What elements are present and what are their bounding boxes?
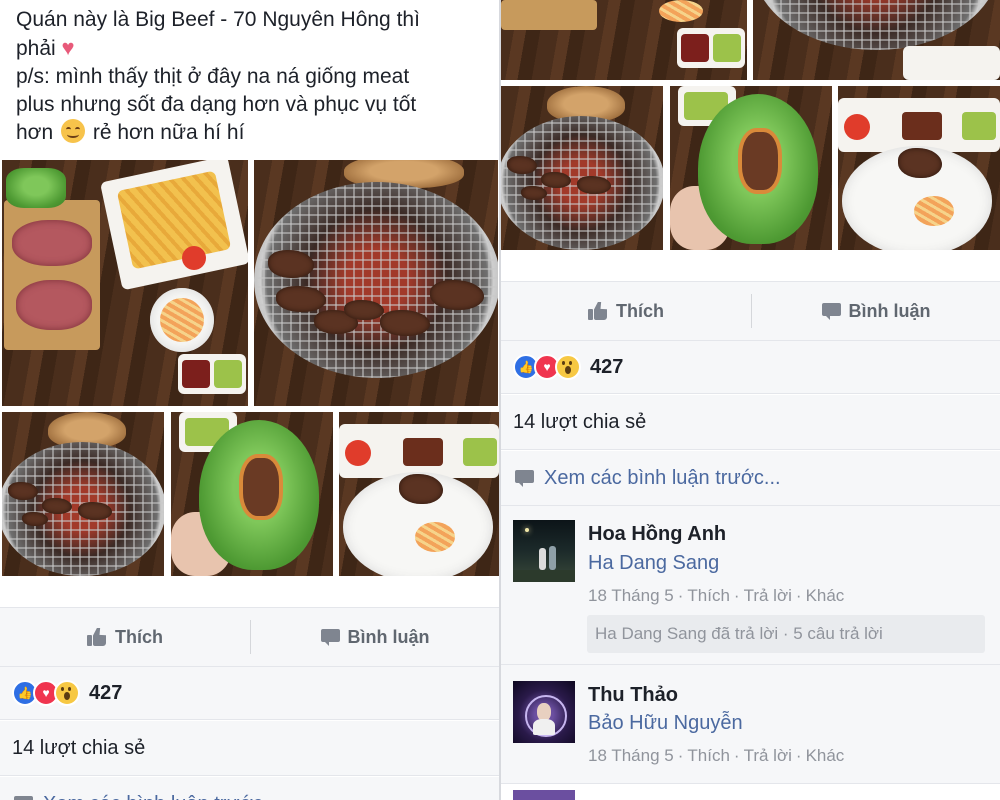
left-screenshot-panel: Quán này là Big Beef - 70 Nguyên Hông th… — [0, 0, 499, 800]
post-text-line: hơn rẻ hơn nữa hí hí — [16, 119, 486, 147]
comment-button[interactable]: Bình luận — [752, 282, 1000, 340]
comment-like-link[interactable]: Thích — [687, 746, 730, 765]
comment-button-label: Bình luận — [347, 626, 430, 647]
photo-lettuce-wrap[interactable] — [171, 412, 333, 576]
comment-more-link[interactable]: Khác — [806, 586, 845, 605]
replies-summary-text: Ha Dang Sang đã trả lời · 5 câu trả lời — [595, 624, 883, 643]
thumbs-up-icon — [87, 628, 107, 646]
photo-plate-fork[interactable] — [838, 86, 1000, 250]
post-text-line: plus nhưng sốt đa dạng hơn và phục vụ tố… — [16, 93, 417, 116]
comment-button[interactable]: Bình luận — [251, 608, 499, 666]
post-text-fragment: phải — [16, 37, 56, 60]
comment-like-link[interactable]: Thích — [687, 586, 730, 605]
comment-bubble-icon — [320, 628, 340, 646]
smile-emoji-icon — [60, 119, 85, 143]
comment-author-name[interactable]: Hoa Hồng Anh — [588, 523, 726, 546]
view-previous-comments[interactable]: Xem các bình luận trước... — [501, 451, 1000, 506]
comment-author-name[interactable]: Thu Thảo — [588, 684, 678, 707]
photo-plate-fork[interactable] — [339, 412, 499, 576]
post-action-bar: Thích Bình luận — [0, 607, 499, 667]
comment-date: 18 Tháng 5 — [588, 746, 674, 765]
comment-bubble-icon — [821, 302, 841, 320]
post-text-fragment: rẻ hơn nữa hí hí — [92, 121, 245, 144]
comment-meta: 18 Tháng 5 · Thích · Trả lời · Khác — [588, 586, 845, 605]
wow-reaction-icon — [555, 354, 581, 380]
shares-summary[interactable]: 14 lượt chia sẻ — [0, 721, 499, 776]
comment-item: Hoa Hồng Anh Ha Dang Sang 18 Tháng 5 · Thí… — [501, 506, 1000, 665]
comment-bubble-icon — [14, 795, 33, 800]
comment-bubble-icon — [515, 469, 534, 487]
photo-meat-platter[interactable] — [501, 0, 747, 80]
like-button[interactable]: Thích — [0, 608, 250, 666]
reactions-summary[interactable]: 👍 ♥ 427 — [0, 667, 499, 720]
view-previous-comments[interactable]: Xem các bình luận trước... — [0, 777, 499, 800]
like-button-label: Thích — [616, 300, 664, 321]
view-previous-comments-label: Xem các bình luận trước... — [544, 466, 781, 489]
photo-grill-small[interactable] — [2, 412, 164, 576]
post-text-line: phải ♥ — [16, 34, 486, 63]
view-previous-comments-label: Xem các bình luận trước... — [43, 793, 280, 800]
photo-grill-small[interactable] — [501, 86, 663, 250]
photo-lettuce-wrap[interactable] — [670, 86, 832, 250]
right-screenshot-panel: Thích Bình luận 👍 ♥ 427 14 lượt chia sẻ … — [501, 0, 1000, 800]
photo-grill[interactable] — [753, 0, 1000, 80]
reactions-summary[interactable]: 👍 ♥ 427 — [501, 341, 1000, 394]
post-text-line: Quán này là Big Beef - 70 Nguyên Hông th… — [16, 8, 420, 31]
like-button-label: Thích — [115, 626, 163, 647]
reaction-count: 427 — [89, 681, 123, 704]
reaction-count: 427 — [590, 355, 624, 378]
post-text: Quán này là Big Beef - 70 Nguyên Hông th… — [16, 6, 486, 147]
comment-button-label: Bình luận — [848, 300, 931, 321]
heart-emoji-icon: ♥ — [61, 35, 75, 60]
comment-reply-link[interactable]: Trả lời — [744, 746, 792, 765]
shares-text: 14 lượt chia sẻ — [513, 410, 647, 433]
wow-reaction-icon — [54, 680, 80, 706]
thumbs-up-icon — [588, 302, 608, 320]
like-button[interactable]: Thích — [501, 282, 751, 340]
photo-meat-platter[interactable] — [2, 160, 248, 406]
avatar[interactable] — [513, 681, 575, 743]
comment-tagged-user[interactable]: Bảo Hữu Nguyễn — [588, 712, 743, 735]
post-text-fragment: hơn — [16, 121, 54, 144]
replies-summary[interactable]: Ha Dang Sang đã trả lời · 5 câu trả lời — [587, 615, 985, 653]
comment-item: Thu Thảo Bảo Hữu Nguyễn 18 Tháng 5 · Thích… — [501, 665, 1000, 784]
avatar[interactable] — [513, 520, 575, 582]
photo-grill[interactable] — [254, 160, 498, 406]
comment-meta: 18 Tháng 5 · Thích · Trả lời · Khác — [588, 746, 845, 765]
comment-reply-link[interactable]: Trả lời — [744, 586, 792, 605]
post-text-line: p/s: mình thấy thịt ở đây na ná giống me… — [16, 65, 410, 88]
comment-more-link[interactable]: Khác — [806, 746, 845, 765]
post-action-bar: Thích Bình luận — [501, 281, 1000, 341]
comment-tagged-user[interactable]: Ha Dang Sang — [588, 552, 719, 575]
avatar — [513, 790, 575, 800]
shares-summary[interactable]: 14 lượt chia sẻ — [501, 395, 1000, 450]
comment-date: 18 Tháng 5 — [588, 586, 674, 605]
shares-text: 14 lượt chia sẻ — [12, 736, 146, 759]
